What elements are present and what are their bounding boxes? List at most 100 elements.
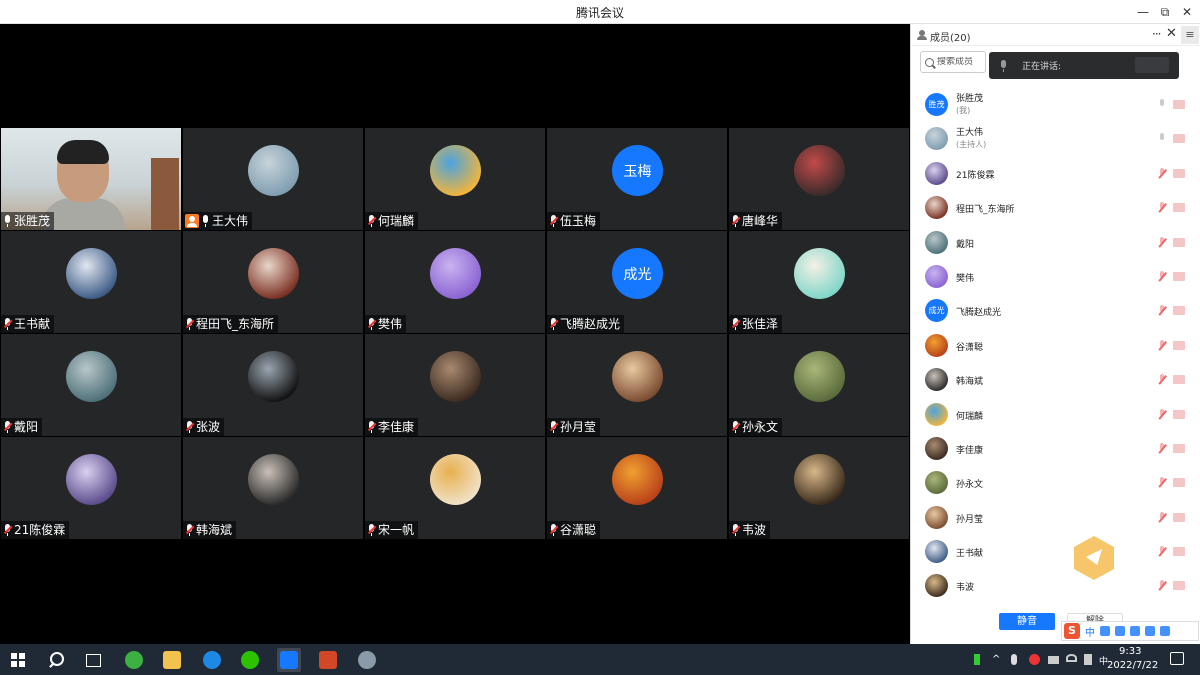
punctuation-icon[interactable]	[1100, 626, 1110, 636]
video-tile[interactable]: 戴阳	[1, 334, 182, 436]
tray-mic-icon[interactable]	[1011, 654, 1017, 665]
voice-input-icon[interactable]	[1115, 626, 1125, 636]
mic-muted-icon[interactable]	[1157, 167, 1167, 180]
mic-muted-icon[interactable]	[1157, 511, 1167, 524]
video-tile[interactable]: 樊伟	[364, 231, 546, 333]
video-tile[interactable]: 21陈俊霖	[1, 437, 182, 539]
keyboard-icon[interactable]	[1130, 626, 1140, 636]
member-row[interactable]: 韩海斌	[911, 363, 1200, 397]
video-tile[interactable]: 成光 飞腾赵成光	[546, 231, 728, 333]
member-row[interactable]: 孙永文	[911, 466, 1200, 500]
sogou-ime-icon[interactable]: S	[1064, 623, 1080, 639]
windows-start-icon[interactable]	[11, 653, 25, 667]
member-row[interactable]: 何瑞麟	[911, 398, 1200, 432]
camera-off-icon[interactable]	[1173, 375, 1185, 385]
mic-icon[interactable]	[1157, 99, 1167, 111]
member-row[interactable]: 韦波	[911, 569, 1200, 603]
member-search-box[interactable]	[920, 51, 986, 73]
video-tile[interactable]: 宋一帆	[364, 437, 546, 539]
taskbar-search-icon[interactable]	[45, 648, 69, 672]
panel-close-icon[interactable]: ✕	[1166, 26, 1177, 41]
member-row[interactable]: 程田飞_东海所	[911, 191, 1200, 225]
camera-off-icon[interactable]	[1173, 340, 1185, 350]
video-tile[interactable]: 王书献	[1, 231, 182, 333]
member-search-input[interactable]	[937, 57, 983, 67]
more-options-icon[interactable]: ···	[1152, 27, 1162, 41]
camera-off-icon[interactable]	[1173, 134, 1185, 144]
mic-icon[interactable]	[1157, 133, 1167, 145]
member-row[interactable]: 李佳康	[911, 432, 1200, 466]
member-row[interactable]: 王大伟 (主持人)	[911, 122, 1200, 156]
member-row[interactable]: 胜茂 张胜茂 (我)	[911, 88, 1200, 122]
video-tile[interactable]: 李佳康	[364, 334, 546, 436]
mic-muted-icon[interactable]	[1157, 374, 1167, 386]
camera-off-icon[interactable]	[1173, 512, 1185, 522]
mute-all-button[interactable]: 静音	[999, 613, 1055, 630]
camera-off-icon[interactable]	[1173, 547, 1185, 557]
skin-icon[interactable]	[1145, 626, 1155, 636]
tencent-meeting-icon[interactable]	[277, 648, 301, 672]
video-tile[interactable]: 唐峰华	[728, 128, 910, 230]
camera-off-icon[interactable]	[1173, 443, 1185, 453]
powerpoint-icon[interactable]	[316, 648, 340, 672]
camera-off-icon[interactable]	[1173, 306, 1185, 316]
camera-off-icon[interactable]	[1173, 100, 1185, 109]
mic-muted-icon[interactable]	[1157, 408, 1167, 421]
member-row[interactable]: 成光 飞腾赵成光	[911, 294, 1200, 328]
notification-center-icon[interactable]	[1170, 652, 1184, 665]
camera-off-icon[interactable]	[1173, 478, 1185, 488]
member-row[interactable]: 孙月莹	[911, 501, 1200, 535]
ime-toolbar[interactable]: S 中	[1061, 621, 1199, 641]
video-tile[interactable]: 韦波	[728, 437, 910, 539]
toolbox-icon[interactable]	[1160, 626, 1170, 636]
close-button[interactable]: ✕	[1176, 3, 1198, 21]
member-row[interactable]: 樊伟	[911, 260, 1200, 294]
browser-360-icon[interactable]	[122, 648, 146, 672]
clock-time[interactable]: 9:33	[1119, 646, 1141, 657]
member-row[interactable]: 谷潇聪	[911, 329, 1200, 363]
panel-menu-icon[interactable]: ≡	[1181, 26, 1199, 44]
volume-icon[interactable]	[1084, 654, 1092, 665]
mic-muted-icon[interactable]	[1157, 270, 1167, 283]
video-tile[interactable]: 韩海斌	[182, 437, 364, 539]
video-tile[interactable]: 玉梅 伍玉梅	[546, 128, 728, 230]
tray-app-icon[interactable]	[1029, 654, 1040, 665]
member-row[interactable]: 戴阳	[911, 226, 1200, 260]
member-row[interactable]: 21陈俊霖	[911, 157, 1200, 191]
camera-off-icon[interactable]	[1173, 271, 1185, 281]
camera-off-icon[interactable]	[1173, 581, 1185, 591]
camera-off-icon[interactable]	[1173, 168, 1185, 178]
maximize-button[interactable]: ⧉	[1154, 3, 1176, 21]
video-tile[interactable]: 王大伟	[182, 128, 364, 230]
mic-muted-icon[interactable]	[1157, 580, 1167, 592]
camera-off-icon[interactable]	[1173, 203, 1185, 213]
video-tile[interactable]: 孙永文	[728, 334, 910, 436]
mic-muted-icon[interactable]	[1157, 339, 1167, 352]
paint-icon[interactable]	[355, 648, 379, 672]
minimize-button[interactable]: —	[1132, 3, 1154, 21]
mic-muted-icon[interactable]	[1157, 236, 1167, 249]
clock-date[interactable]: 2022/7/22	[1107, 660, 1158, 671]
camera-off-icon[interactable]	[1173, 237, 1185, 247]
mic-muted-icon[interactable]	[1157, 442, 1167, 455]
video-tile[interactable]: 谷潇聪	[546, 437, 728, 539]
battery-icon[interactable]	[974, 654, 980, 665]
ime-mode[interactable]: 中	[1085, 624, 1095, 639]
show-hidden-icons-chevron-icon[interactable]: ^	[992, 654, 1003, 665]
video-tile[interactable]: 程田飞_东海所	[182, 231, 364, 333]
wechat-icon[interactable]	[238, 648, 262, 672]
member-row[interactable]: 王书献	[911, 535, 1200, 569]
video-tile[interactable]: 孙月莹	[546, 334, 728, 436]
tray-battery-icon[interactable]	[1048, 656, 1059, 664]
video-tile[interactable]: 张波	[182, 334, 364, 436]
video-tile[interactable]: 张佳泽	[728, 231, 910, 333]
mic-muted-icon[interactable]	[1157, 546, 1167, 558]
mic-muted-icon[interactable]	[1157, 202, 1167, 214]
video-tile[interactable]: 张胜茂	[1, 128, 182, 230]
network-icon[interactable]	[1066, 654, 1077, 662]
file-explorer-icon[interactable]	[160, 648, 184, 672]
task-view-icon[interactable]	[81, 648, 105, 672]
edge-icon[interactable]	[200, 648, 224, 672]
mic-muted-icon[interactable]	[1157, 477, 1167, 489]
camera-off-icon[interactable]	[1173, 409, 1185, 419]
